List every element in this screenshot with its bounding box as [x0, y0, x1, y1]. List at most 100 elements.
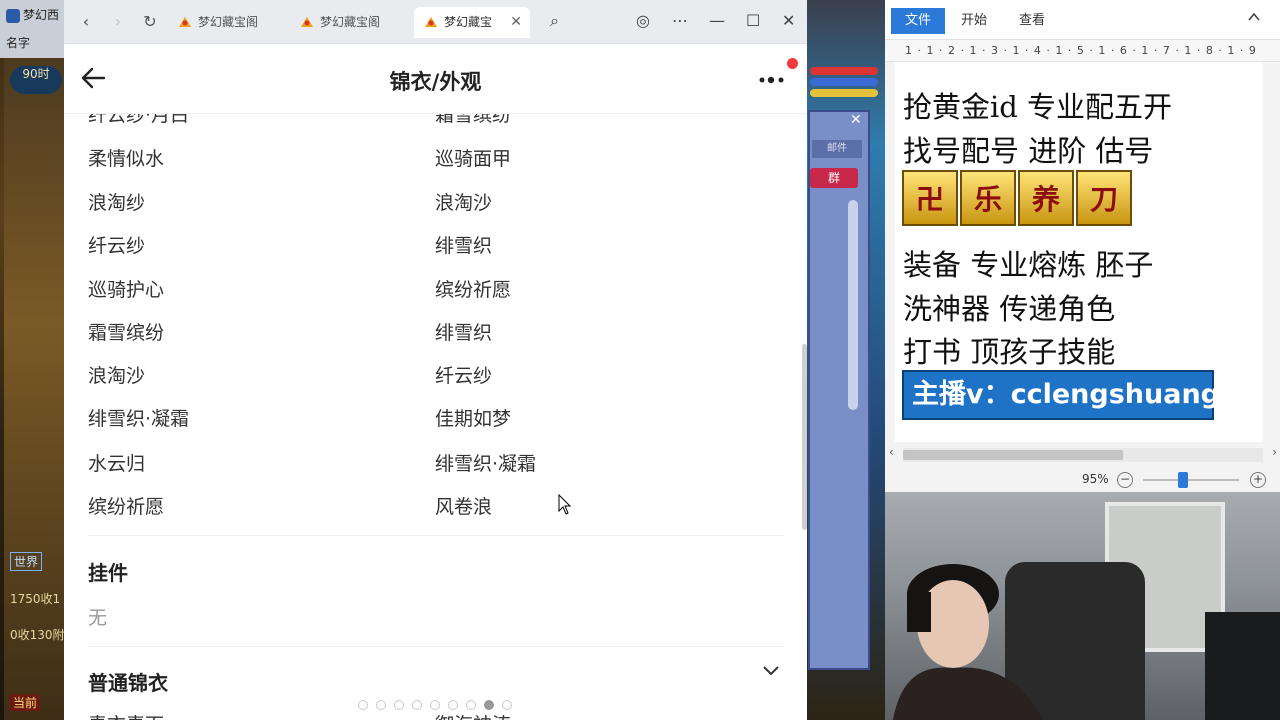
game-popup-close-icon[interactable]: ✕ — [850, 112, 862, 128]
page-indicator-dot[interactable] — [466, 700, 476, 710]
webcam-feed — [885, 492, 1280, 720]
list-item: 缤纷祈愿 — [435, 279, 512, 301]
scroll-thumb[interactable] — [903, 450, 1123, 460]
scroll-left-icon[interactable]: ‹ — [889, 445, 894, 459]
doc-line: 找号配号 进阶 估号 — [903, 134, 1154, 168]
chat-world-tab[interactable]: 世界 — [10, 552, 43, 571]
close-window-icon[interactable]: ✕ — [782, 11, 795, 30]
ribbon: 文件 开始 查看 — [885, 0, 1280, 40]
scroll-right-icon[interactable]: › — [1272, 445, 1277, 459]
doc-line: 打书 顶孩子技能 — [903, 335, 1116, 369]
page-indicator-dot[interactable] — [448, 700, 458, 710]
zoom-level: 95% — [1082, 472, 1109, 486]
normal-outfit-section-title[interactable]: 普通锦衣 — [88, 667, 168, 696]
outfit-content: 纤云纱·月白 霜雪缤纷 柔情似水 巡骑面甲 浪淘纱 浪淘沙 纤云纱 绯雪织 巡骑… — [64, 114, 807, 720]
refresh-icon[interactable]: ↻ — [140, 12, 160, 31]
chat-current-tab[interactable]: 当前 — [10, 694, 41, 711]
emblem-image: 刀 — [1076, 170, 1132, 226]
maximize-icon[interactable]: ☐ — [746, 11, 760, 30]
list-item: 巡骑面甲 — [435, 148, 512, 170]
page-indicator[interactable] — [358, 700, 512, 710]
page-scrollbar[interactable] — [802, 344, 807, 530]
game-popup-input[interactable]: 邮件 — [812, 140, 862, 158]
list-item: 纤云纱·月白 — [88, 114, 190, 126]
list-item: 纤云纱 — [435, 365, 493, 387]
browser-tab[interactable]: 梦幻藏宝阁 — [290, 7, 406, 38]
emblem-image: 卍 — [902, 170, 958, 226]
group-button[interactable]: 群 — [810, 168, 858, 188]
zoom-slider-handle[interactable] — [1178, 472, 1189, 488]
page-indicator-dot[interactable] — [412, 700, 422, 710]
list-item: 绯雪织 — [435, 322, 493, 344]
tab-close-icon[interactable]: ✕ — [510, 7, 522, 38]
zoom-in-icon[interactable]: + — [1250, 472, 1266, 488]
page-indicator-dot[interactable] — [484, 700, 494, 710]
game-time: 90时 — [10, 66, 62, 94]
forward-nav-icon[interactable]: › — [108, 12, 128, 31]
page-indicator-dot[interactable] — [376, 700, 386, 710]
chat-line: 1750收1 — [10, 592, 61, 606]
page-header: 锦衣/外观 — [64, 44, 807, 114]
webcam-monitor — [1205, 612, 1280, 720]
tab-home[interactable]: 开始 — [947, 8, 1001, 34]
browser-tab-label: 梦幻藏宝阁 — [320, 15, 381, 29]
emblem-row: 卍 乐 养 刀 — [902, 170, 1134, 228]
page-indicator-dot[interactable] — [394, 700, 404, 710]
collapse-ribbon-icon[interactable] — [1248, 12, 1260, 22]
streamer-contact-banner: 主播v：cclengshuang — [902, 370, 1220, 420]
list-item: 御海神涛 — [435, 710, 511, 720]
list-item: 巡骑护心 — [88, 279, 165, 301]
tab-view[interactable]: 查看 — [1005, 8, 1059, 34]
list-item: 浪淘沙 — [435, 192, 493, 214]
cbg-favicon-icon — [179, 17, 191, 27]
more-options-icon[interactable] — [756, 68, 790, 88]
doc-line: 抢黄金id 专业配五开 — [903, 90, 1173, 124]
page-indicator-dot[interactable] — [430, 700, 440, 710]
word-processor-window: 文件 开始 查看 1 · 1 · 2 · 1 · 3 · 1 · 4 · 1 ·… — [885, 0, 1280, 492]
chat-line: 0收130附 — [10, 628, 65, 642]
list-item: 水云归 — [88, 453, 146, 475]
browser-tabbar: ‹ › ↻ 梦幻藏宝阁 梦幻藏宝阁 梦幻藏宝 ✕ ⌕ ◎ ⋯ — ☐ ✕ — [64, 0, 807, 44]
tab-file[interactable]: 文件 — [891, 8, 946, 34]
ruler: 1 · 1 · 2 · 1 · 3 · 1 · 4 · 1 · 5 · 1 · … — [885, 40, 1280, 62]
cbg-favicon-icon — [425, 17, 437, 27]
game-popup-window — [808, 110, 870, 670]
browser-window: ‹ › ↻ 梦幻藏宝阁 梦幻藏宝阁 梦幻藏宝 ✕ ⌕ ◎ ⋯ — ☐ ✕ 锦衣/… — [64, 0, 807, 720]
game-title: 梦幻西 — [23, 8, 60, 22]
list-item: 绯雪织·凝霜 — [88, 408, 190, 430]
notification-dot — [787, 58, 798, 69]
list-item: 浪淘纱 — [88, 192, 146, 214]
browser-tab-active[interactable]: 梦幻藏宝 ✕ — [414, 7, 530, 38]
page-indicator-dot[interactable] — [358, 700, 368, 710]
pendant-value: 无 — [88, 607, 108, 629]
list-item: 绯雪织 — [435, 235, 493, 257]
list-item: 绯雪织·凝霜 — [435, 453, 537, 475]
minimize-icon[interactable]: — — [709, 11, 725, 30]
page-indicator-dot[interactable] — [502, 700, 512, 710]
game-popup-scrollbar[interactable] — [848, 200, 858, 410]
doc-line: 洗神器 传递角色 — [903, 292, 1116, 326]
doc-line: 装备 专业熔炼 胚子 — [903, 248, 1154, 282]
emblem-image: 乐 — [960, 170, 1016, 226]
browser-tab[interactable]: 梦幻藏宝阁 — [168, 7, 284, 38]
chevron-down-icon[interactable] — [762, 664, 780, 676]
status-bar: 95% − + — [885, 468, 1280, 492]
globe-icon[interactable]: ◎ — [636, 11, 650, 30]
section-divider — [88, 535, 784, 536]
document-page[interactable]: 抢黄金id 专业配五开 找号配号 进阶 估号 卍 乐 养 刀 装备 专业熔炼 胚… — [895, 62, 1263, 442]
back-nav-icon[interactable]: ‹ — [76, 12, 96, 31]
streamer-person-image — [893, 564, 1043, 720]
browser-tab-label: 梦幻藏宝 — [444, 15, 493, 29]
list-item: 霜雪缤纷 — [435, 114, 512, 126]
list-item: 浪淘沙 — [88, 365, 146, 387]
browser-tab-label: 梦幻藏宝阁 — [198, 15, 259, 29]
horizontal-scrollbar[interactable]: ‹ › — [889, 445, 1277, 462]
mouse-cursor-icon — [558, 494, 572, 515]
section-divider — [88, 646, 784, 647]
more-menu-icon[interactable]: ⋯ — [672, 11, 688, 30]
emblem-image: 养 — [1018, 170, 1074, 226]
list-item: 缤纷祈愿 — [88, 496, 165, 518]
zoom-out-icon[interactable]: − — [1117, 472, 1133, 488]
zoom-slider[interactable] — [1143, 479, 1239, 481]
search-icon[interactable]: ⌕ — [550, 11, 559, 31]
